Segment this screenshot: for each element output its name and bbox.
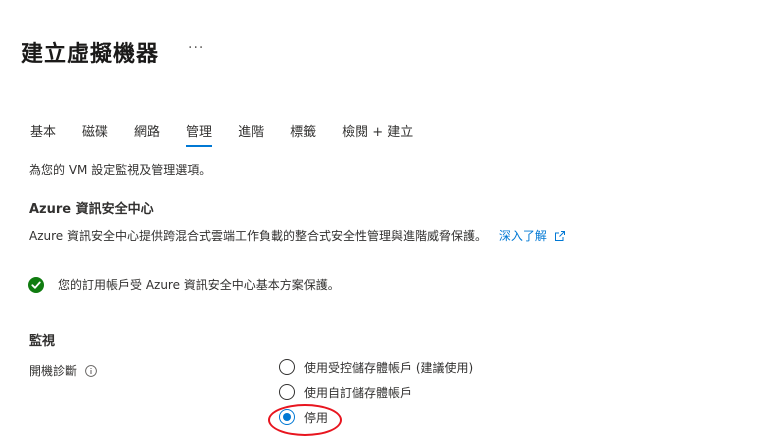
azure-security-title: Azure 資訊安全中心 — [29, 202, 154, 217]
radio-button[interactable] — [279, 384, 295, 400]
external-link-icon — [554, 231, 565, 241]
tab-tags[interactable]: 標籤 — [290, 121, 316, 145]
learn-more-label[interactable]: 深入了解 — [499, 229, 547, 243]
more-options-button[interactable]: ··· — [188, 40, 204, 56]
radio-label: 停用 — [304, 410, 329, 425]
tab-advanced[interactable]: 進階 — [238, 121, 264, 145]
tab-management[interactable]: 管理 — [186, 121, 213, 147]
boot-diagnostics-radio-group: 使用受控儲存體帳戶 (建議使用) 使用自訂儲存體帳戶 停用 — [279, 355, 473, 430]
boot-diagnostics-label-text: 開機診斷 — [29, 364, 78, 378]
page-title: 建立虛擬機器 — [21, 42, 160, 67]
radio-label: 使用受控儲存體帳戶 (建議使用) — [304, 360, 474, 375]
tab-basics[interactable]: 基本 — [30, 121, 56, 145]
monitoring-title: 監視 — [29, 334, 56, 349]
radio-button-selected[interactable] — [279, 409, 295, 425]
protection-status-text: 您的訂用帳戶受 Azure 資訊安全中心基本方案保護。 — [58, 278, 340, 292]
protection-status: 您的訂用帳戶受 Azure 資訊安全中心基本方案保護。 — [28, 276, 340, 293]
page-description: 為您的 VM 設定監視及管理選項。 — [29, 163, 212, 177]
azure-security-description: Azure 資訊安全中心提供跨混合式雲端工作負載的整合式安全性管理與進階威脅保護… — [29, 227, 565, 244]
tab-networking[interactable]: 網路 — [134, 121, 160, 145]
tab-review-create[interactable]: 檢閱 + 建立 — [342, 121, 413, 145]
check-circle-icon — [28, 276, 44, 293]
boot-diagnostics-label: 開機診斷 — [29, 362, 97, 379]
azure-security-text: Azure 資訊安全中心提供跨混合式雲端工作負載的整合式安全性管理與進階威脅保護… — [29, 229, 487, 243]
radio-option-managed-storage[interactable]: 使用受控儲存體帳戶 (建議使用) — [279, 355, 473, 379]
radio-option-disable[interactable]: 停用 — [279, 405, 473, 429]
info-icon[interactable] — [85, 364, 97, 377]
tab-disks[interactable]: 磁碟 — [82, 121, 108, 145]
learn-more-link[interactable]: 深入了解 — [499, 229, 565, 243]
tab-bar: 基本 磁碟 網路 管理 進階 標籤 檢閱 + 建立 — [30, 121, 439, 147]
radio-button[interactable] — [279, 359, 295, 375]
radio-label: 使用自訂儲存體帳戶 — [304, 385, 413, 400]
radio-option-custom-storage[interactable]: 使用自訂儲存體帳戶 — [279, 380, 473, 404]
